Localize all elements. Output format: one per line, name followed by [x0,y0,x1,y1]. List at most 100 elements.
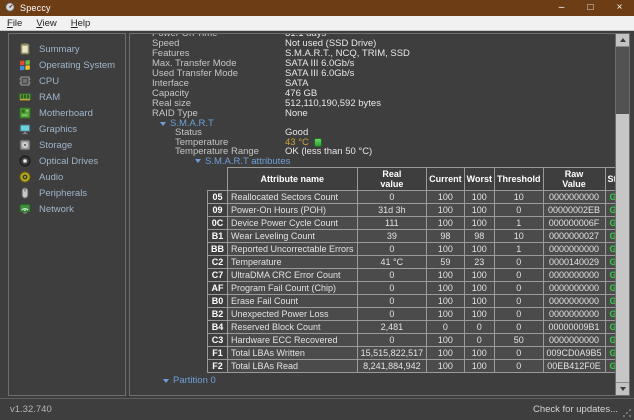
attribute-threshold-cell: 0 [494,281,543,294]
smart-attribute-row: C3 Hardware ECC Recovered 0 100 0 50 000… [208,333,631,346]
sidebar-item-label: Audio [39,172,63,183]
attribute-current-cell: 100 [427,203,465,216]
smart-attributes-table: Attribute name Real value Current Worst … [207,167,630,373]
storage-icon [19,139,31,151]
attribute-worst-cell: 100 [464,203,494,216]
attribute-current-cell: 100 [427,216,465,229]
attribute-threshold-cell: 0 [494,320,543,333]
operating-system-icon [19,59,31,71]
sidebar-item-label: Operating System [39,60,115,71]
scroll-up-button[interactable] [616,34,629,47]
scrollbar-thumb[interactable] [616,114,629,382]
sidebar-item-label: CPU [39,76,59,87]
attribute-threshold-cell: 10 [494,229,543,242]
attribute-id-cell: B4 [208,320,228,333]
minimize-button[interactable]: – [547,0,576,16]
attribute-name-cell: Hardware ECC Recovered [228,333,358,346]
storage-detail-panel: Power On Time 31.1 days Speed Not used (… [129,33,630,396]
attribute-threshold-cell: 0 [494,307,543,320]
smart-attribute-row: 09 Power-On Hours (POH) 31d 3h 100 100 0… [208,203,631,216]
attribute-worst-cell: 23 [464,255,494,268]
sidebar-item-label: RAM [39,92,60,103]
attribute-real-value-cell: 41 °C [357,255,427,268]
table-header-row: Attribute name Real value Current Worst … [208,167,631,190]
smart-attribute-row: 0C Device Power Cycle Count 111 100 100 … [208,216,631,229]
attribute-raw-value-cell: 0000140029 [543,255,605,268]
sidebar-item-storage[interactable]: Storage [9,139,125,151]
sidebar-item-operating-system[interactable]: Operating System [9,59,125,71]
audio-icon [19,171,31,183]
vertical-scrollbar[interactable] [615,34,629,395]
attribute-current-cell: 98 [427,229,465,242]
sidebar-item-optical-drives[interactable]: Optical Drives [9,155,125,167]
sidebar-item-motherboard[interactable]: Motherboard [9,107,125,119]
sidebar-item-network[interactable]: Network [9,203,125,215]
titlebar[interactable]: Speccy – □ × [0,0,634,16]
menu-help-rest: elp [78,18,91,29]
attribute-raw-value-cell: 009CD0A9B5 [543,346,605,359]
resize-grip[interactable] [622,408,632,418]
attribute-id-cell: C3 [208,333,228,346]
close-button[interactable]: × [605,0,634,16]
attribute-threshold-cell: 50 [494,333,543,346]
sidebar-item-label: Optical Drives [39,156,98,167]
attribute-current-cell: 100 [427,281,465,294]
smart-temperature-range-value: OK (less than 50 °C) [285,147,372,156]
attribute-real-value-cell: 0 [357,294,427,307]
attribute-raw-value-cell: 0000000000 [543,333,605,346]
menu-file-rest: ile [13,18,23,29]
optical-drives-icon [19,155,31,167]
attribute-worst-cell: 100 [464,216,494,229]
sidebar-item-peripherals[interactable]: Peripherals [9,187,125,199]
sidebar-item-audio[interactable]: Audio [9,171,125,183]
col-header-attribute-name: Attribute name [228,167,358,190]
attribute-id-cell: F2 [208,359,228,372]
sidebar-item-summary[interactable]: Summary [9,43,125,55]
smart-attribute-row: F1 Total LBAs Written 15,515,822,517 100… [208,346,631,359]
sidebar-item-label: Network [39,204,74,215]
attribute-worst-cell: 100 [464,294,494,307]
attribute-worst-cell: 100 [464,242,494,255]
scroll-down-button[interactable] [616,382,629,395]
sidebar-item-label: Storage [39,140,72,151]
sidebar-item-graphics[interactable]: Graphics [9,123,125,135]
smart-attributes-toggle[interactable]: S.M.A.R.T attributes [195,157,615,166]
attribute-name-cell: UltraDMA CRC Error Count [228,268,358,281]
attribute-real-value-cell: 111 [357,216,427,229]
attribute-current-cell: 100 [427,294,465,307]
attribute-real-value-cell: 0 [357,268,427,281]
sidebar-item-ram[interactable]: RAM [9,91,125,103]
attribute-threshold-cell: 0 [494,346,543,359]
attribute-threshold-cell: 0 [494,268,543,281]
menu-help-accel: H [71,18,78,29]
attribute-worst-cell: 0 [464,320,494,333]
check-updates-link[interactable]: Check for updates... [533,404,618,415]
col-header-worst: Worst [464,167,494,190]
network-icon [19,203,31,215]
statusbar: v1.32.740 Check for updates... [0,398,634,420]
attribute-worst-cell: 98 [464,229,494,242]
partition-section-toggle[interactable]: Partition 0 [163,376,615,385]
menu-view[interactable]: View [29,18,63,29]
sidebar-item-cpu[interactable]: CPU [9,75,125,87]
attribute-id-cell: B2 [208,307,228,320]
menu-file[interactable]: File [0,18,29,29]
sidebar-item-label: Summary [39,44,80,55]
info-row-real-size: Real size 512,110,190,592 bytes [130,99,615,109]
smart-section-toggle[interactable]: S.M.A.R.T [160,119,615,128]
collapse-arrow-icon [160,122,166,126]
maximize-button[interactable]: □ [576,0,605,16]
attribute-name-cell: Total LBAs Read [228,359,358,372]
attribute-name-cell: Program Fail Count (Chip) [228,281,358,294]
attribute-worst-cell: 100 [464,190,494,203]
attribute-real-value-cell: 0 [357,242,427,255]
attribute-threshold-cell: 0 [494,255,543,268]
attribute-current-cell: 59 [427,255,465,268]
menu-help[interactable]: Help [64,18,98,29]
attribute-raw-value-cell: 000000006F [543,216,605,229]
attribute-current-cell: 100 [427,359,465,372]
attribute-name-cell: Erase Fail Count [228,294,358,307]
col-header-raw-value: Raw Value [543,167,605,190]
attribute-raw-value-cell: 0000000000 [543,281,605,294]
attribute-real-value-cell: 0 [357,281,427,294]
